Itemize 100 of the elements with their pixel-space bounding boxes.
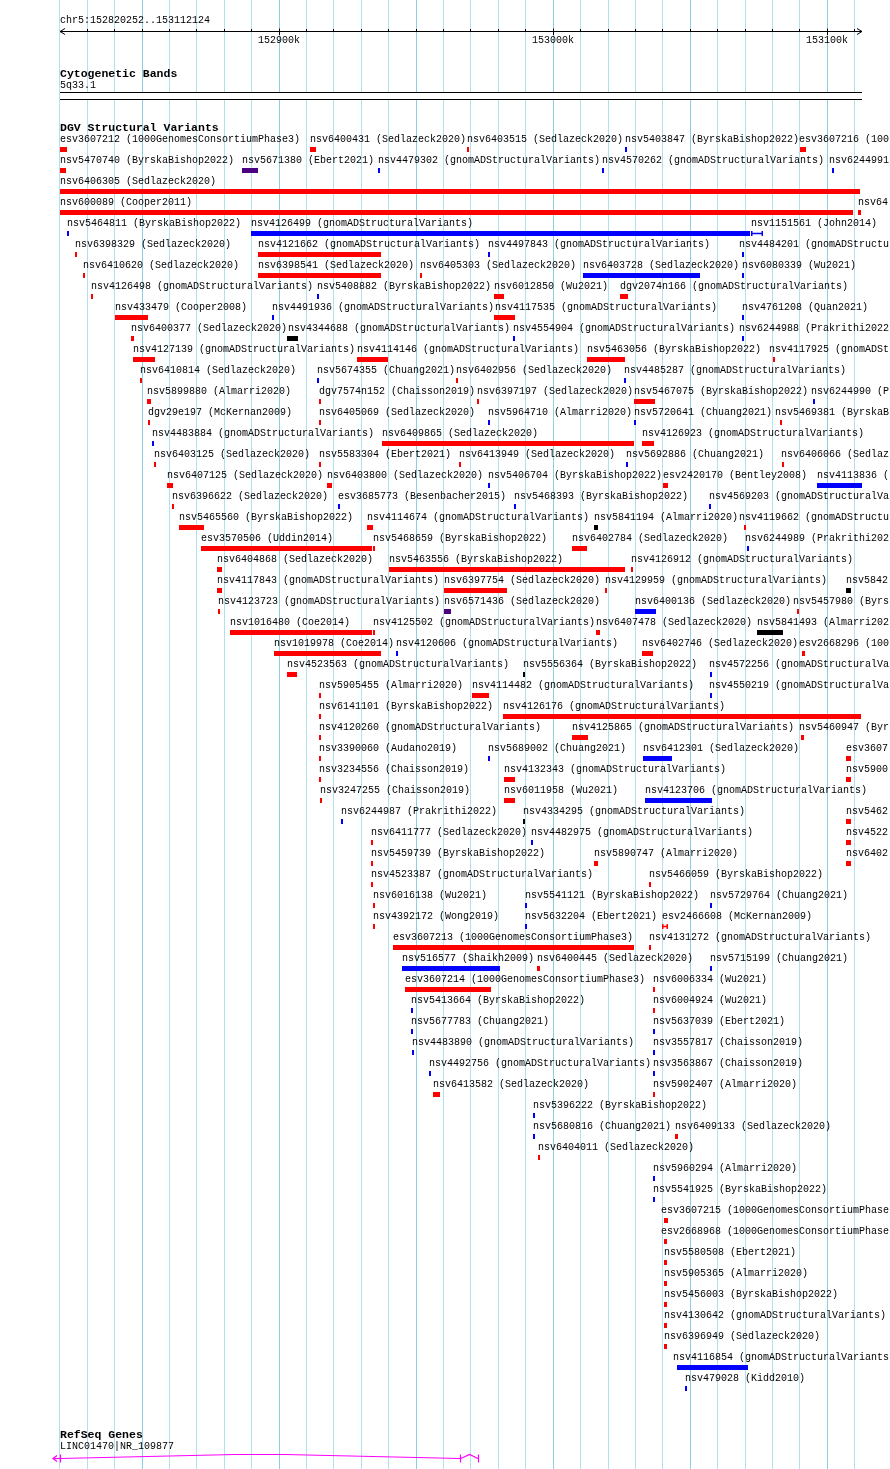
variant-label: nsv6396949 (Sedlazeck2020) [664,1331,821,1343]
variant-label: nsv4120606 (gnomADStructuralVariants) [396,638,619,650]
variant-label: nsv5637039 (Ebert2021) [653,1016,786,1028]
variant-label: nsv5583304 (Ebert2021) [319,449,452,461]
variant-label: nsv4114482 (gnomADStructuralVariants) [472,680,695,692]
variant-label: nsv6080339 (Wu2021) [742,260,857,272]
variant-label: nsv5460947 (Byr [799,722,889,734]
variant-label: nsv4392172 (Wong2019) [373,911,500,923]
variant-label: dgv2074n166 (gnomADStructuralVariants) [620,281,849,293]
variant-label: nsv6405069 (Sedlazeck2020) [319,407,476,419]
variant-label: nsv6403728 (Sedlazeck2020) [583,260,740,272]
variant-label: nsv4119662 (gnomADStructu [739,512,890,524]
variant-label: nsv5469381 (ByrskaB [775,407,890,419]
variant-label: nsv6400136 (Sedlazeck2020) [635,596,792,608]
variant-label: nsv5466059 (ByrskaBishop2022) [649,869,824,881]
variant-label: nsv5470740 (ByrskaBishop2022) [60,155,235,167]
variant-label: nsv5841493 (Almarri202 [757,617,890,629]
variant-label: nsv5468659 (ByrskaBishop2022) [373,533,548,545]
variant-label: nsv6403125 (Sedlazeck2020) [154,449,311,461]
variant-label: nsv6402746 (Sedlazeck2020) [642,638,799,650]
variant-label: nsv4523563 (gnomADStructuralVariants) [287,659,510,671]
variant-label: nsv6571436 (Sedlazeck2020) [444,596,601,608]
variant-label: nsv5720641 (Chuang2021) [634,407,773,419]
band-label: 5q33.1 [60,80,96,92]
variant-label: nsv6400445 (Sedlazeck2020) [537,953,694,965]
variant-label: nsv6244990 (P [811,386,889,398]
variant-label: nsv4334295 (gnomADStructuralVariants) [523,806,746,818]
variant-label: nsv3563867 (Chaisson2019) [653,1058,804,1070]
variant-label: nsv5413664 (ByrskaBishop2022) [411,995,586,1007]
ruler-tick-label: 153000k [532,35,574,47]
variant-label: nsv6410814 (Sedlazeck2020) [140,365,297,377]
variant-label: nsv6396622 (Sedlazeck2020) [172,491,329,503]
variant-label: nsv4117925 (gnomADSt [769,344,890,356]
variant-label: esv3607214 (1000GenomesConsortiumPhase3) [405,974,646,986]
variant-label: nsv1151561 (John2014) [751,218,878,230]
variant-label: nsv4497843 (gnomADStructuralVariants) [488,239,711,251]
variant-label: nsv6409865 (Sedlazeck2020) [382,428,539,440]
variant-label: nsv5905455 (Almarri2020) [319,680,464,692]
variant-label: nsv4114674 (gnomADStructuralVariants) [367,512,590,524]
variant-label: nsv4125865 (gnomADStructuralVariants) [572,722,795,734]
variant-label: esv3685773 (Besenbacher2015) [338,491,507,503]
variant-label: esv3607215 (1000GenomesConsortiumPhase [661,1205,890,1217]
variant-label: esv3607216 (100 [799,134,889,146]
variant-label: nsv3557817 (Chaisson2019) [653,1037,804,1049]
variant-label: nsv3390060 (Audano2019) [319,743,458,755]
region-label: chr5:152820252..153112124 [60,15,211,27]
variant-label: nsv479028 (Kidd2010) [685,1373,806,1385]
variant-label: esv3607 [846,743,888,755]
variant-label: nsv5403847 (ByrskaBishop2022) [625,134,800,146]
variant-label: nsv6141101 (ByrskaBishop2022) [319,701,494,713]
variant-label: esv3607212 (1000GenomesConsortiumPhase3) [60,134,301,146]
variant-label: nsv4129959 (gnomADStructuralVariants) [605,575,828,587]
variant-label: nsv6410620 (Sedlazeck2020) [83,260,240,272]
variant-label: nsv4126176 (gnomADStructuralVariants) [503,701,726,713]
variant-label: nsv4492756 (gnomADStructuralVariants) [429,1058,652,1070]
ruler-tick-label: 152900k [258,35,300,47]
variant-label: nsv5556364 (ByrskaBishop2022) [523,659,698,671]
variant-label: nsv5671380 (Ebert2021) [242,155,375,167]
variant-label: esv3570506 (Uddin2014) [201,533,334,545]
variant-label: nsv6406305 (Sedlazeck2020) [60,176,217,188]
variant-label: nsv4120260 (gnomADStructuralVariants) [319,722,542,734]
variant-label: nsv4127139 (gnomADStructuralVariants) [133,344,356,356]
variant-label: esv2668296 (100 [799,638,889,650]
variant-label: nsv5459739 (ByrskaBishop2022) [371,848,546,860]
variant-label: nsv4126912 (gnomADStructuralVariants) [631,554,854,566]
variant-label: nsv5902407 (Almarri2020) [653,1079,798,1091]
variant-label: nsv5406704 (ByrskaBishop2022) [488,470,663,482]
variant-label: nsv4523387 (gnomADStructuralVariants) [371,869,594,881]
variant-label: esv3607213 (1000GenomesConsortiumPhase3) [393,932,634,944]
variant-label: nsv433479 (Cooper2008) [115,302,248,314]
variant-label: nsv4483884 (gnomADStructuralVariants) [152,428,375,440]
variant-label: nsv5541121 (ByrskaBishop2022) [525,890,700,902]
variant-label: nsv6411777 (Sedlazeck2020) [371,827,528,839]
variant-label: nsv4123723 (gnomADStructuralVariants) [218,596,441,608]
variant-label: nsv6403800 (Sedlazeck2020) [327,470,484,482]
variant-label: nsv4483890 (gnomADStructuralVariants) [412,1037,635,1049]
variant-label: nsv4522 [846,827,888,839]
variant-label: nsv6402784 (Sedlazeck2020) [572,533,729,545]
variant-label: dgv29e197 (McKernan2009) [148,407,293,419]
variant-label: nsv4116854 (gnomADStructuralVariants [673,1352,890,1364]
variant-label: nsv6397754 (Sedlazeck2020) [444,575,601,587]
variant-label: nsv4491936 (gnomADStructuralVariants) [272,302,495,314]
variant-label: nsv4113836 ( [817,470,889,482]
variant-label: dgv7574n152 (Chaisson2019) [319,386,476,398]
variant-label: nsv6400377 (Sedlazeck2020) [131,323,288,335]
variant-label: nsv4123706 (gnomADStructuralVariants) [645,785,868,797]
track-title: DGV Structural Variants [60,121,219,134]
variant-label: nsv4572256 (gnomADStructuralVa [709,659,890,671]
variant-label: nsv5467075 (ByrskaBishop2022) [634,386,809,398]
variant-label: nsv5456003 (ByrskaBishop2022) [664,1289,839,1301]
variant-label: nsv1016480 (Coe2014) [230,617,351,629]
variant-label: nsv6011958 (Wu2021) [504,785,619,797]
variant-label: esv2466608 (McKernan2009) [662,911,813,923]
track-title: Cytogenetic Bands [60,67,178,80]
variant-label: nsv6404868 (Sedlazeck2020) [217,554,374,566]
variant-label: nsv4479302 (gnomADStructuralVariants) [378,155,601,167]
variant-label: nsv4554904 (gnomADStructuralVariants) [513,323,736,335]
variant-label: esv2420170 (Bentley2008) [663,470,808,482]
variant-label: nsv600089 (Cooper2011) [60,197,193,209]
variant-label: nsv6407125 (Sedlazeck2020) [167,470,324,482]
